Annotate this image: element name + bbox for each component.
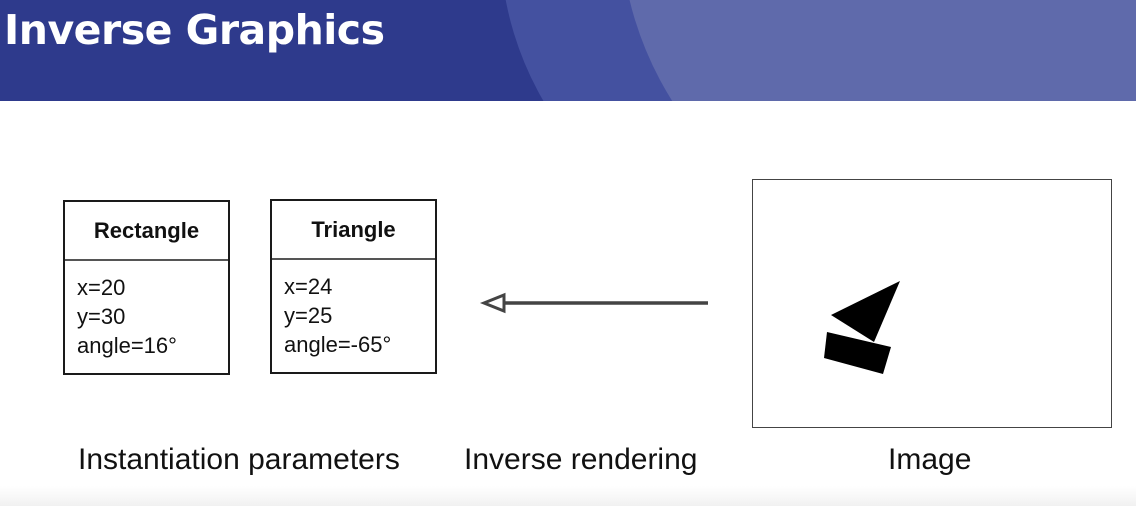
box-params: x=20 y=30 angle=16°: [65, 261, 228, 360]
param-y: y=25: [284, 303, 333, 328]
param-angle: angle=16°: [77, 333, 177, 358]
rectangle-shape: [824, 332, 891, 374]
left-arrow-icon: [479, 292, 708, 314]
caption-instantiation-parameters: Instantiation parameters: [78, 443, 400, 476]
page-title: Inverse Graphics: [4, 6, 385, 54]
box-title: Triangle: [272, 201, 435, 260]
rendered-shapes: [824, 281, 900, 374]
param-y: y=30: [77, 304, 126, 329]
footer-fade: [0, 486, 1136, 506]
param-angle: angle=-65°: [284, 332, 392, 357]
param-x: x=20: [77, 275, 126, 300]
slide: Inverse Graphics Rectangle x=20 y=30 ang…: [0, 0, 1136, 506]
triangle-params-box: Triangle x=24 y=25 angle=-65°: [270, 199, 437, 374]
caption-inverse-rendering: Inverse rendering: [464, 443, 698, 476]
box-params: x=24 y=25 angle=-65°: [272, 260, 435, 359]
param-x: x=24: [284, 274, 333, 299]
title-banner: Inverse Graphics: [0, 0, 1136, 101]
rendered-image-frame: [752, 179, 1112, 428]
caption-image: Image: [888, 443, 972, 476]
box-title: Rectangle: [65, 202, 228, 261]
triangle-shape: [831, 281, 900, 342]
rectangle-params-box: Rectangle x=20 y=30 angle=16°: [63, 200, 230, 375]
